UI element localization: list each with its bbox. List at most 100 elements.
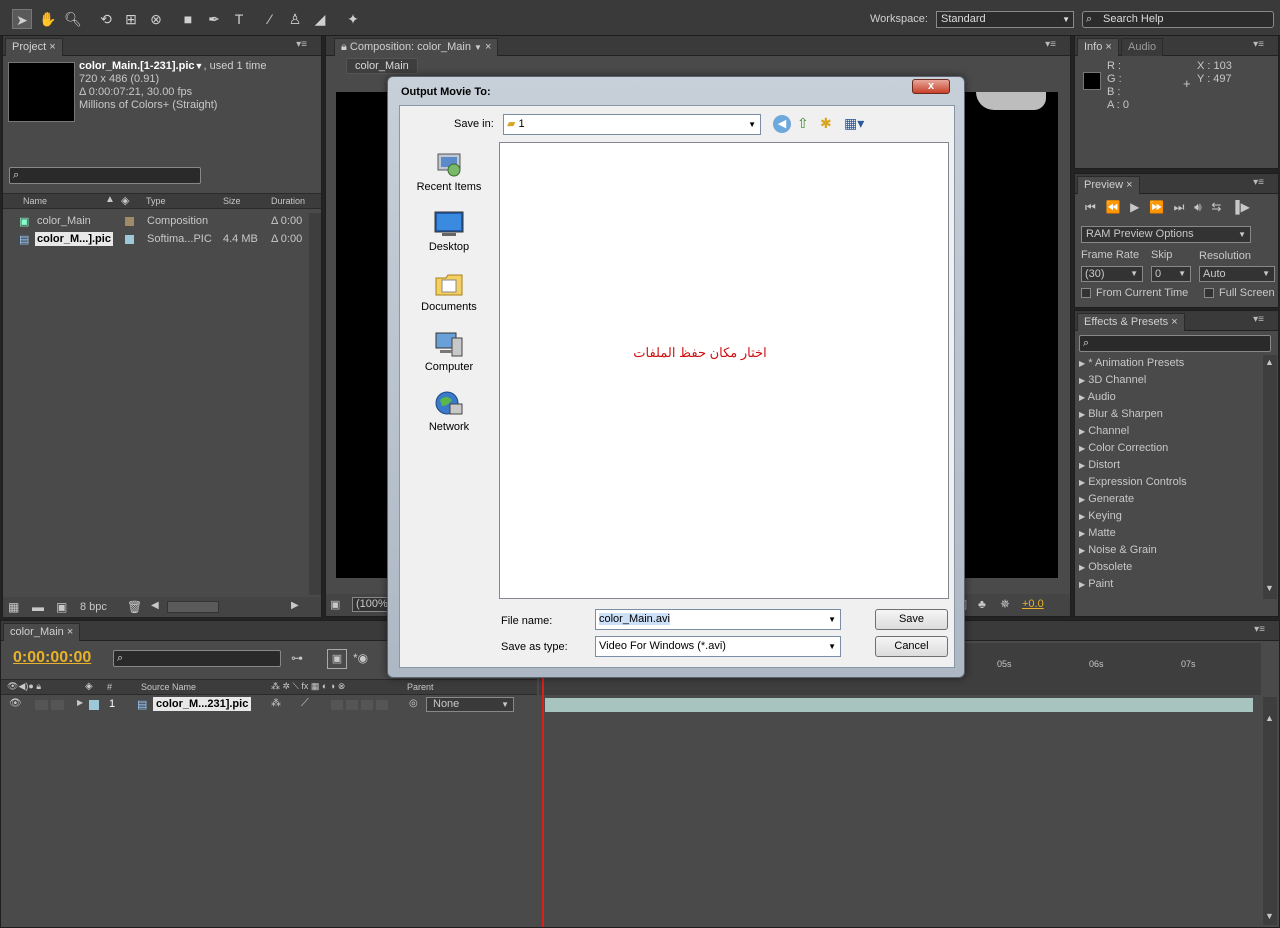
label-color-swatch[interactable] [89, 700, 99, 710]
current-time-indicator[interactable] [542, 665, 544, 927]
hand-tool-icon[interactable]: ✋ [38, 9, 58, 29]
places-desktop[interactable]: Desktop [405, 210, 493, 253]
column-size[interactable]: Size [223, 196, 241, 206]
list-item[interactable]: ▶ Matte [1079, 527, 1116, 539]
places-documents[interactable]: Documents [405, 270, 493, 313]
tab-timeline[interactable]: color_Main × [3, 623, 81, 641]
save-in-select[interactable]: ▰ 1 ▼ [503, 114, 761, 135]
up-folder-icon[interactable]: ⇧ [797, 115, 809, 132]
list-item[interactable]: ▶ 3D Channel [1079, 374, 1146, 386]
project-file-name[interactable]: color_Main.[1-231].pic [79, 60, 195, 72]
horizontal-scroll-thumb[interactable] [167, 601, 219, 613]
rectangle-tool-icon[interactable]: ■ [178, 9, 198, 29]
draft-3d-icon[interactable]: *◉ [353, 651, 368, 665]
list-item[interactable]: ▶ Blur & Sharpen [1079, 408, 1163, 420]
table-row[interactable]: 👁︎ ▶ 1 ▤ color_M...231].pic ⁂ ⟋ ◎ None ▼ [1, 696, 537, 714]
exposure-value[interactable]: +0.0 [1022, 598, 1044, 610]
eye-icon[interactable]: 👁︎ [9, 698, 22, 709]
tab-effects-presets[interactable]: Effects & Presets × [1077, 313, 1185, 331]
file-list-view[interactable]: اختار مكان حفظ الملفات [499, 142, 949, 599]
layer-switches[interactable] [331, 700, 391, 710]
switches-icon[interactable]: ⁂ ✲ ⟍ fx ▦ ◐ ◑ ⊗ [271, 681, 345, 692]
pick-whip-icon[interactable]: ◎ [409, 698, 418, 709]
next-frame-icon[interactable]: ⏩ [1149, 200, 1165, 214]
back-arrow-icon[interactable]: ◀ [773, 115, 791, 133]
scroll-left-icon[interactable]: ◀ [151, 600, 159, 611]
tab-project[interactable]: Project × [5, 38, 63, 56]
loop-icon[interactable]: ⇆ [1211, 200, 1222, 214]
panel-menu-icon[interactable]: ▾≡ [1253, 177, 1264, 188]
list-item[interactable]: ▶ Noise & Grain [1079, 544, 1157, 556]
eraser-tool-icon[interactable]: ◢ [310, 9, 330, 29]
list-item[interactable]: ▶ * Animation Presets [1079, 357, 1184, 369]
previous-frame-icon[interactable]: ⏪ [1105, 200, 1121, 214]
current-timecode[interactable]: 0:00:00:00 [13, 649, 91, 667]
list-item[interactable]: ▶ Channel [1079, 425, 1129, 437]
layer-duration-bar[interactable] [545, 698, 1253, 712]
expand-arrow-icon[interactable]: ▶ [77, 698, 83, 707]
interpret-footage-icon[interactable]: ▦ [8, 600, 19, 614]
layer-name[interactable]: color_M...231].pic [153, 697, 252, 711]
search-help-input[interactable]: ⌕ Search Help [1082, 11, 1274, 28]
from-current-time-checkbox[interactable] [1081, 288, 1091, 298]
panel-menu-icon[interactable]: ▾≡ [1253, 314, 1264, 325]
scroll-up-icon[interactable]: ▲ [1265, 357, 1274, 367]
file-name-input[interactable]: color_Main.avi ▼ [595, 609, 841, 630]
chevron-down-icon[interactable]: ▼ [474, 43, 482, 52]
type-tool-icon[interactable]: T [229, 9, 249, 29]
scroll-down-icon[interactable]: ▼ [1265, 583, 1274, 593]
project-search-input[interactable]: ⌕ [9, 167, 201, 184]
panel-menu-icon[interactable]: ▾≡ [296, 39, 307, 50]
list-item[interactable]: ▤ color_M...].pic Softima...PIC 4.4 MB Δ… [3, 231, 309, 249]
frame-rate-select[interactable]: (30) ▼ [1081, 266, 1143, 282]
live-update-icon[interactable]: ▣ [327, 649, 347, 669]
places-network[interactable]: Network [405, 390, 493, 433]
parent-select[interactable]: None ▼ [426, 697, 514, 712]
label-tag-icon[interactable]: ◈ [85, 681, 93, 692]
list-item[interactable]: ▶ Obsolete [1079, 561, 1132, 573]
quality-switch-icon[interactable]: ⟋ [301, 697, 309, 710]
pan-behind-tool-icon[interactable]: ⊗ [146, 9, 166, 29]
effects-search-input[interactable]: ⌕ [1079, 335, 1271, 352]
timeline-search-input[interactable]: ⌕ [113, 650, 281, 667]
lock-toggle[interactable] [51, 700, 64, 710]
panel-menu-icon[interactable]: ▾≡ [1045, 39, 1056, 50]
trash-icon[interactable]: 🗑︎ [127, 600, 142, 614]
list-item[interactable]: ▶ Distort [1079, 459, 1120, 471]
camera-tool-icon[interactable]: ⊞ [121, 9, 141, 29]
new-folder-icon[interactable]: ✱ [820, 115, 832, 132]
column-name[interactable]: Name [23, 196, 47, 206]
panel-menu-icon[interactable]: ▾≡ [1253, 39, 1264, 50]
flowchart-icon[interactable]: ♣ [978, 597, 986, 611]
av-features-icon[interactable]: 👁︎◀)● 🔒︎ [7, 681, 41, 692]
scroll-right-icon[interactable]: ▶ [291, 600, 299, 611]
selection-tool-icon[interactable]: ➤ [12, 9, 32, 29]
tab-preview[interactable]: Preview × [1077, 176, 1140, 194]
lock-icon[interactable]: 🔒︎ [341, 41, 347, 53]
zoom-tool-icon[interactable]: 🔍︎ [63, 9, 83, 29]
pen-tool-icon[interactable]: ✒ [204, 9, 224, 29]
list-item[interactable]: ▶ Generate [1079, 493, 1134, 505]
places-recent-items[interactable]: Recent Items [405, 150, 493, 193]
ram-preview-options-select[interactable]: RAM Preview Options ▼ [1081, 226, 1251, 243]
clone-stamp-tool-icon[interactable]: ♙ [285, 9, 305, 29]
list-item[interactable]: ▣ color_Main Composition Δ 0:00 [3, 213, 309, 231]
scroll-up-icon[interactable]: ▲ [1265, 713, 1274, 723]
cancel-button[interactable]: Cancel [875, 636, 948, 657]
list-item[interactable]: ▶ Paint [1079, 578, 1113, 590]
list-item[interactable]: ▶ Color Correction [1079, 442, 1168, 454]
puppet-pin-tool-icon[interactable]: ✦ [343, 9, 363, 29]
list-item[interactable]: ▶ Expression Controls [1079, 476, 1187, 488]
exposure-icon[interactable]: ✵ [1000, 597, 1010, 611]
tab-info[interactable]: Info × [1077, 38, 1119, 56]
always-preview-icon[interactable]: ▣ [330, 598, 340, 611]
audio-toggle[interactable] [35, 700, 48, 710]
timeline-scrollbar[interactable]: ▲ ▼ [1263, 697, 1277, 925]
save-as-type-select[interactable]: Video For Windows (*.avi) ▼ [595, 636, 841, 657]
last-frame-icon[interactable]: ⏭ [1174, 200, 1186, 214]
ram-preview-icon[interactable]: ▐▶ [1231, 200, 1251, 214]
workspace-select[interactable]: Standard ▼ [936, 11, 1074, 28]
view-menu-icon[interactable]: ▦▾ [844, 115, 864, 132]
shy-switch-icon[interactable]: ⁂ [271, 698, 281, 709]
brush-tool-icon[interactable]: ⁄ [260, 9, 280, 29]
